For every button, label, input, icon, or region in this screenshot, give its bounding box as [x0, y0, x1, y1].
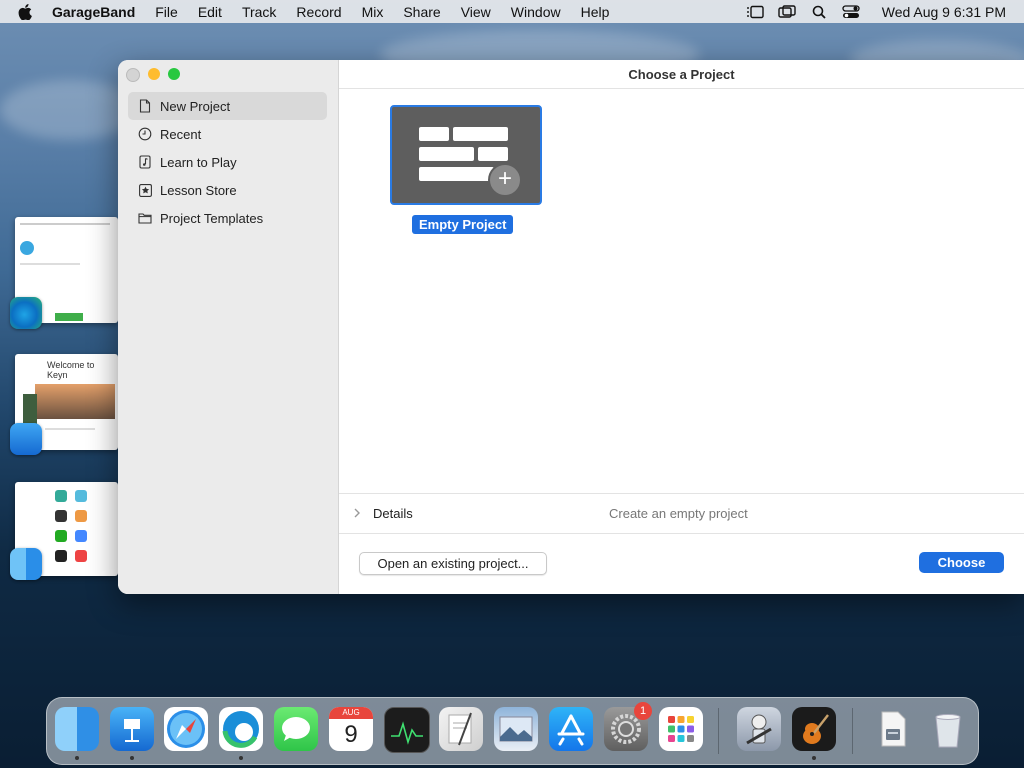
notification-badge: 1 [634, 702, 652, 720]
menu-edit[interactable]: Edit [198, 4, 222, 20]
activity-monitor-icon[interactable] [384, 707, 430, 753]
tile-block [419, 127, 449, 141]
running-indicator [75, 756, 79, 760]
calendar-icon[interactable]: AUG 9 [329, 707, 373, 751]
menu-mix[interactable]: Mix [362, 4, 384, 20]
music-note-icon [138, 155, 152, 169]
document-icon [138, 99, 152, 113]
stage-manager-icon[interactable] [746, 5, 764, 19]
details-description: Create an empty project [609, 506, 748, 521]
clock-icon [138, 127, 152, 141]
apple-logo-icon[interactable] [18, 3, 34, 20]
empty-project-label[interactable]: Empty Project [412, 215, 514, 234]
app-menu[interactable]: GarageBand [52, 4, 135, 20]
search-icon[interactable] [810, 5, 828, 19]
tile-block [453, 127, 508, 141]
choose-button[interactable]: Choose [919, 552, 1004, 573]
sidebar-item-label: New Project [160, 98, 231, 114]
plus-icon: + [488, 163, 522, 197]
sidebar-item-lesson-store[interactable]: Lesson Store [128, 176, 327, 204]
trash-icon[interactable] [926, 707, 970, 751]
sidebar-item-label: Learn to Play [160, 154, 237, 170]
zoom-button[interactable] [168, 68, 180, 80]
safari-icon[interactable] [164, 707, 208, 751]
calendar-day: 9 [344, 721, 358, 748]
keynote-icon[interactable] [110, 707, 154, 751]
menu-track[interactable]: Track [242, 4, 276, 20]
tile-block [419, 167, 494, 181]
sidebar-item-project-templates[interactable]: Project Templates [128, 204, 327, 232]
running-indicator [239, 756, 243, 760]
sidebar-item-label: Project Templates [160, 210, 264, 226]
launchpad-icon[interactable] [659, 707, 703, 751]
running-indicator [130, 756, 134, 760]
menu-record[interactable]: Record [296, 4, 341, 20]
keynote-app-icon[interactable] [10, 423, 42, 455]
menu-help[interactable]: Help [581, 4, 610, 20]
preview-icon[interactable] [494, 707, 538, 751]
sidebar: New Project Recent Learn to Play Lesson … [118, 60, 339, 594]
window-controls [126, 68, 180, 82]
tile-block [478, 147, 508, 161]
finder-app-icon[interactable] [10, 548, 42, 580]
menu-share[interactable]: Share [403, 4, 440, 20]
automator-icon[interactable] [737, 707, 781, 751]
edge-app-icon[interactable] [10, 297, 42, 329]
script-editor-icon[interactable] [439, 707, 483, 751]
sidebar-item-label: Lesson Store [160, 182, 237, 198]
dock-separator [852, 708, 853, 754]
tile-block [419, 147, 474, 161]
window-title: Choose a Project [339, 60, 1024, 89]
details-disclosure[interactable]: Details Create an empty project [339, 493, 1024, 534]
minimize-button[interactable] [148, 68, 160, 80]
edge-icon[interactable] [219, 707, 263, 751]
menu-bar: GarageBand File Edit Track Record Mix Sh… [0, 0, 1024, 23]
sidebar-item-label: Recent [160, 126, 202, 142]
garageband-icon[interactable] [792, 707, 836, 751]
menu-window[interactable]: Window [511, 4, 561, 20]
choose-project-window: New Project Recent Learn to Play Lesson … [118, 60, 1024, 594]
sidebar-list: New Project Recent Learn to Play Lesson … [128, 92, 327, 232]
control-center-icon[interactable] [842, 4, 860, 19]
sidebar-item-recent[interactable]: Recent [128, 120, 327, 148]
finder-icon[interactable] [55, 707, 99, 751]
project-content: Choose a Project + Empty Project Details… [339, 60, 1024, 594]
open-existing-project-button[interactable]: Open an existing project... [359, 552, 547, 575]
sidebar-item-learn-to-play[interactable]: Learn to Play [128, 148, 327, 176]
app-store-icon[interactable] [549, 707, 593, 751]
empty-project-tile[interactable]: + [390, 105, 542, 205]
menubar-clock[interactable]: Wed Aug 9 6:31 PM [882, 4, 1006, 20]
dock: AUG 9 1 [46, 697, 979, 765]
downloads-folder-icon[interactable] [871, 707, 915, 751]
chevron-right-icon[interactable] [353, 507, 365, 521]
details-label: Details [373, 506, 413, 521]
dock-separator [718, 708, 719, 754]
menu-file[interactable]: File [155, 4, 178, 20]
folder-icon [138, 211, 152, 225]
calendar-month: AUG [329, 707, 373, 719]
sidebar-item-new-project[interactable]: New Project [128, 92, 327, 120]
star-icon [138, 183, 152, 197]
menu-view[interactable]: View [461, 4, 491, 20]
messages-icon[interactable] [274, 707, 318, 751]
screen-mirroring-icon[interactable] [778, 4, 796, 19]
running-indicator [812, 756, 816, 760]
close-button[interactable] [126, 68, 140, 82]
